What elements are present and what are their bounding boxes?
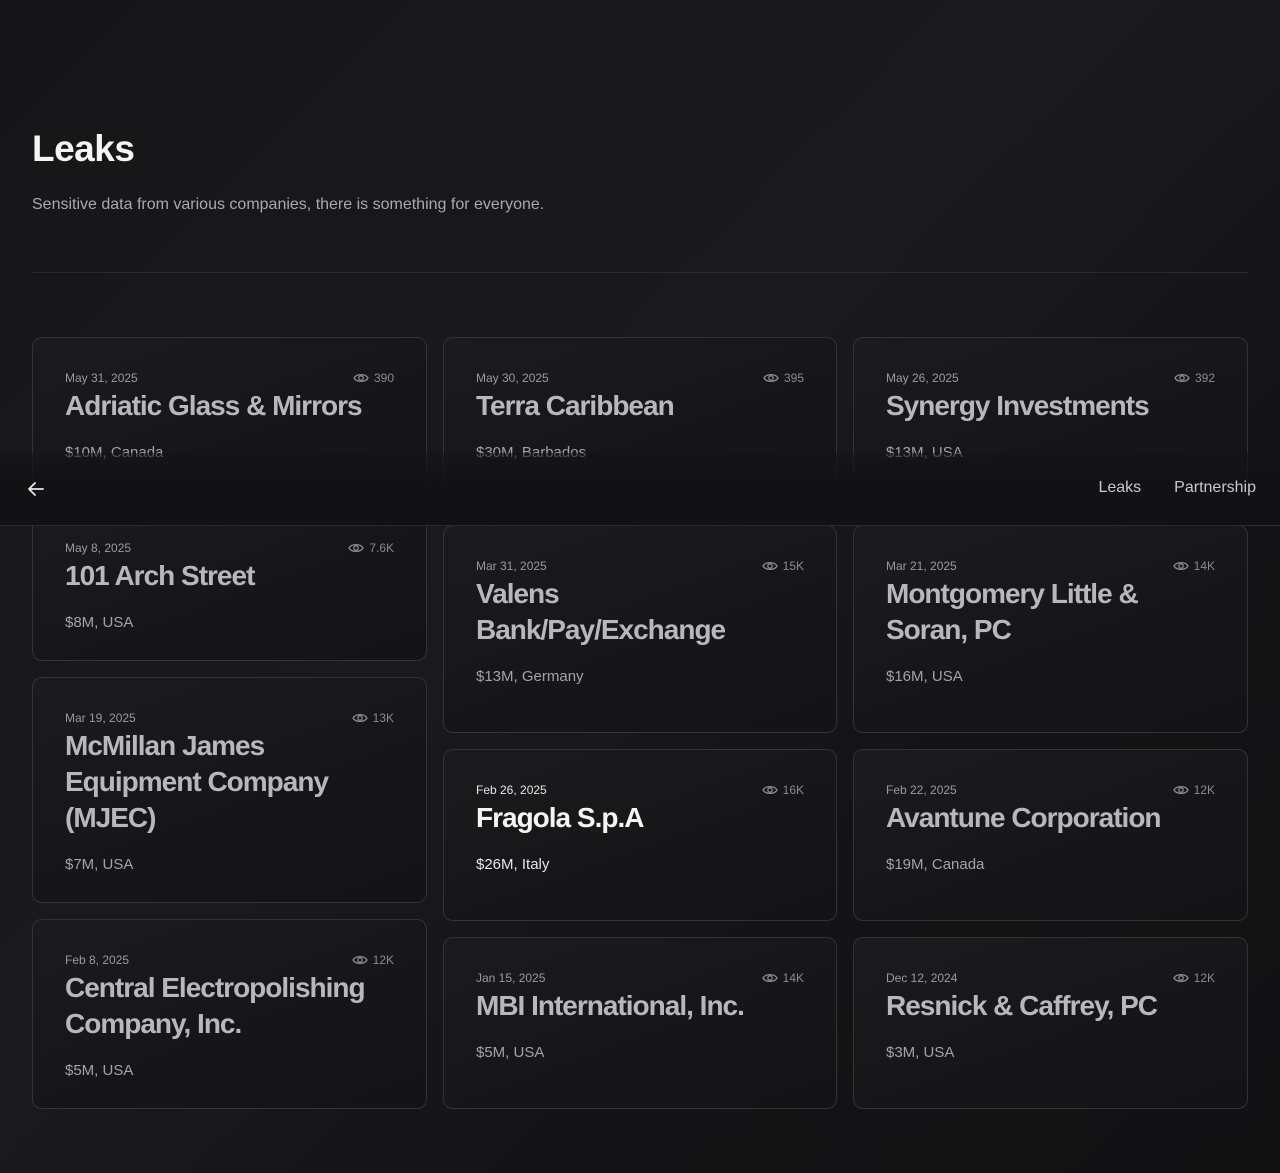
card-view-count: 14K [782, 971, 804, 985]
eye-icon [1172, 561, 1189, 571]
card-date: May 8, 2025 [65, 541, 132, 555]
leak-card[interactable]: Feb 26, 2025 16K Fragola S.p.A $26M, Ita… [443, 749, 837, 921]
top-navbar: Leaks Partnership [0, 453, 1280, 526]
card-date: Mar 19, 2025 [65, 711, 136, 725]
card-view-count: 392 [1194, 371, 1215, 385]
card-meta: $3M, USA [886, 1044, 955, 1061]
card-date: Dec 12, 2024 [886, 971, 958, 985]
eye-icon [761, 561, 778, 571]
card-company-name: Valens Bank/Pay/Exchange [476, 578, 726, 645]
page-subtitle: Sensitive data from various companies, t… [32, 196, 545, 213]
card-views: 7.6K [348, 541, 394, 555]
eye-icon [761, 973, 778, 983]
header-divider [32, 272, 1248, 273]
leak-card[interactable]: Mar 19, 2025 13K McMillan James Equipmen… [32, 677, 427, 903]
leak-card[interactable]: Feb 8, 2025 12K Central Electropolishing… [32, 919, 427, 1109]
card-date: Feb 22, 2025 [886, 783, 957, 797]
nav-link-leaks[interactable]: Leaks [1098, 479, 1141, 497]
card-views: 392 [1174, 371, 1215, 385]
card-view-count: 390 [373, 371, 394, 385]
leak-card[interactable]: Mar 21, 2025 14K Montgomery Little & Sor… [853, 525, 1248, 733]
card-company-name: Central Electropolishing Company, Inc. [65, 972, 366, 1039]
card-company-name: McMillan James Equipment Company (MJEC) [65, 730, 329, 833]
card-views: 14K [1172, 559, 1215, 573]
leak-card[interactable]: Dec 12, 2024 12K Resnick & Caffrey, PC $… [853, 937, 1248, 1109]
card-company-name: MBI International, Inc. [476, 990, 745, 1021]
card-view-count: 12K [1193, 971, 1215, 985]
leak-card[interactable]: May 8, 2025 7.6K 101 Arch Street $8M, US… [32, 507, 427, 661]
card-meta: $16M, USA [886, 668, 963, 685]
page-title: Leaks [32, 128, 135, 169]
card-date: Feb 26, 2025 [476, 783, 547, 797]
leak-card[interactable]: Jan 15, 2025 14K MBI International, Inc.… [443, 937, 837, 1109]
card-view-count: 14K [1193, 559, 1215, 573]
eye-icon [1172, 973, 1189, 983]
card-views: 390 [353, 371, 394, 385]
card-meta: $7M, USA [65, 856, 134, 873]
page-header: Leaks Sensitive data from various compan… [32, 128, 1248, 214]
card-meta: $5M, USA [476, 1044, 545, 1061]
card-views: 395 [763, 371, 804, 385]
card-meta: $8M, USA [65, 614, 134, 631]
nav-link-partnership[interactable]: Partnership [1174, 479, 1256, 497]
eye-icon [348, 543, 365, 553]
card-view-count: 13K [372, 711, 394, 725]
card-date: Mar 21, 2025 [886, 559, 957, 573]
eye-icon [761, 785, 778, 795]
card-views: 15K [761, 559, 804, 573]
card-view-count: 395 [783, 371, 804, 385]
eye-icon [351, 713, 368, 723]
card-date: May 31, 2025 [65, 371, 138, 385]
card-views: 12K [351, 953, 394, 967]
card-date: Jan 15, 2025 [476, 971, 546, 985]
eye-icon [353, 373, 369, 383]
card-company-name: Avantune Corporation [886, 802, 1162, 833]
card-company-name: Resnick & Caffrey, PC [886, 990, 1158, 1021]
eye-icon [1174, 373, 1190, 383]
card-company-name: Montgomery Little & Soran, PC [886, 578, 1139, 645]
eye-icon [763, 373, 779, 383]
leak-card[interactable]: Mar 31, 2025 15K Valens Bank/Pay/Exchang… [443, 525, 837, 733]
card-meta: $5M, USA [65, 1062, 134, 1079]
nav-links: Leaks Partnership [1098, 479, 1256, 497]
arrow-left-icon [28, 482, 44, 496]
eye-icon [351, 955, 368, 965]
card-date: May 30, 2025 [476, 371, 549, 385]
leak-card[interactable]: Feb 22, 2025 12K Avantune Corporation $1… [853, 749, 1248, 921]
card-views: 12K [1172, 783, 1215, 797]
card-views: 12K [1172, 971, 1215, 985]
card-views: 14K [761, 971, 804, 985]
card-date: Feb 8, 2025 [65, 953, 130, 967]
card-company-name: Synergy Investments [886, 390, 1150, 421]
card-view-count: 12K [372, 953, 394, 967]
card-meta: $26M, Italy [476, 856, 550, 873]
card-date: Mar 31, 2025 [476, 559, 547, 573]
card-view-count: 15K [782, 559, 804, 573]
page: Leaks Sensitive data from various compan… [0, 0, 1280, 1173]
card-view-count: 12K [1193, 783, 1215, 797]
card-view-count: 7.6K [369, 541, 394, 555]
card-meta: $19M, Canada [886, 856, 985, 873]
card-company-name: Adriatic Glass & Mirrors [65, 390, 363, 421]
card-view-count: 16K [782, 783, 804, 797]
card-date: May 26, 2025 [886, 371, 959, 385]
eye-icon [1172, 785, 1189, 795]
card-company-name: 101 Arch Street [65, 560, 255, 591]
back-button[interactable] [24, 477, 48, 501]
card-meta: $13M, Germany [476, 668, 584, 685]
card-company-name: Terra Caribbean [476, 390, 675, 421]
card-views: 13K [351, 711, 394, 725]
card-company-name: Fragola S.p.A [476, 802, 644, 833]
card-views: 16K [761, 783, 804, 797]
